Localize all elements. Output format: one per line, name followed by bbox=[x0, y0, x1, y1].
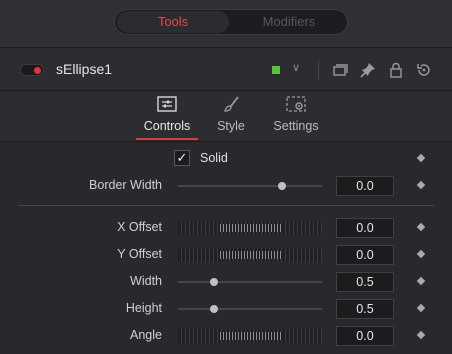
tool-color-swatch[interactable] bbox=[272, 66, 280, 74]
tab-switcher: Tools Modifiers bbox=[114, 9, 348, 35]
solid-label: Solid bbox=[200, 151, 228, 165]
chevron-down-icon[interactable]: ∨ bbox=[292, 61, 300, 74]
thumbwheel-grip bbox=[218, 224, 282, 232]
keyframe-diamond-icon[interactable] bbox=[416, 303, 426, 313]
x-offset-thumbwheel[interactable] bbox=[178, 221, 322, 235]
width-row: Width 0.5 bbox=[0, 270, 452, 294]
y-offset-thumbwheel[interactable] bbox=[178, 248, 322, 262]
thumbwheel-grip bbox=[218, 332, 282, 340]
settings-icon bbox=[286, 96, 306, 112]
border-width-field[interactable]: 0.0 bbox=[336, 176, 394, 196]
x-offset-field[interactable]: 0.0 bbox=[336, 218, 394, 238]
tab-settings-label: Settings bbox=[273, 119, 319, 133]
width-field[interactable]: 0.5 bbox=[336, 272, 394, 292]
divider bbox=[318, 60, 319, 80]
sliders-icon bbox=[157, 96, 177, 112]
x-offset-row: X Offset 0.0 bbox=[0, 216, 452, 240]
tab-style[interactable]: Style bbox=[210, 92, 252, 142]
border-width-row: Border Width 0.0 bbox=[0, 174, 452, 198]
lock-icon[interactable] bbox=[388, 62, 404, 78]
keyframe-diamond-icon[interactable] bbox=[416, 249, 426, 259]
tool-enable-toggle[interactable] bbox=[20, 64, 44, 76]
tab-tools[interactable]: Tools bbox=[117, 11, 229, 33]
height-slider[interactable] bbox=[178, 305, 322, 313]
slider-knob[interactable] bbox=[277, 182, 286, 190]
tab-modifiers[interactable]: Modifiers bbox=[233, 11, 345, 33]
y-offset-row: Y Offset 0.0 bbox=[0, 243, 452, 267]
keyframe-diamond-icon[interactable] bbox=[416, 222, 426, 232]
tab-style-label: Style bbox=[217, 119, 245, 133]
slider-knob[interactable] bbox=[210, 278, 218, 286]
angle-label: Angle bbox=[130, 328, 162, 342]
border-width-label: Border Width bbox=[89, 178, 162, 192]
versions-icon[interactable] bbox=[332, 62, 348, 78]
width-slider[interactable] bbox=[178, 278, 322, 286]
enabled-indicator bbox=[34, 67, 41, 74]
pin-icon[interactable] bbox=[360, 62, 376, 78]
solid-row: ✓ Solid bbox=[0, 147, 452, 171]
inspector-page-tabs: Controls Style Settings bbox=[0, 92, 452, 142]
y-offset-field[interactable]: 0.0 bbox=[336, 245, 394, 265]
keyframe-diamond-icon[interactable] bbox=[416, 330, 426, 340]
controls-panel: ✓ Solid Border Width 0.0 X Offset 0.0 Y … bbox=[0, 143, 452, 354]
x-offset-label: X Offset bbox=[117, 220, 162, 234]
tool-name: sEllipse1 bbox=[56, 61, 113, 77]
angle-thumbwheel[interactable] bbox=[178, 329, 322, 343]
active-tab-underline bbox=[136, 138, 198, 140]
keyframe-diamond-icon[interactable] bbox=[416, 276, 426, 286]
angle-field[interactable]: 0.0 bbox=[336, 326, 394, 346]
solid-checkbox[interactable]: ✓ bbox=[174, 150, 190, 166]
height-row: Height 0.5 bbox=[0, 297, 452, 321]
width-label: Width bbox=[130, 274, 162, 288]
tab-controls-label: Controls bbox=[143, 119, 191, 133]
brush-icon bbox=[224, 96, 239, 112]
slider-knob[interactable] bbox=[210, 305, 218, 313]
height-field[interactable]: 0.5 bbox=[336, 299, 394, 319]
y-offset-label: Y Offset bbox=[117, 247, 162, 261]
top-tab-bar: Tools Modifiers bbox=[0, 0, 452, 48]
angle-row: Angle 0.0 bbox=[0, 324, 452, 348]
tool-header: sEllipse1 ∨ bbox=[0, 49, 452, 91]
thumbwheel-grip bbox=[218, 251, 282, 259]
section-divider bbox=[18, 205, 434, 206]
keyframe-diamond-icon[interactable] bbox=[416, 180, 426, 190]
reset-icon[interactable] bbox=[416, 62, 432, 78]
tab-controls[interactable]: Controls bbox=[136, 92, 198, 142]
height-label: Height bbox=[125, 301, 162, 315]
tab-settings[interactable]: Settings bbox=[266, 92, 326, 142]
keyframe-diamond-icon[interactable] bbox=[416, 153, 426, 163]
border-width-slider[interactable] bbox=[178, 182, 322, 190]
